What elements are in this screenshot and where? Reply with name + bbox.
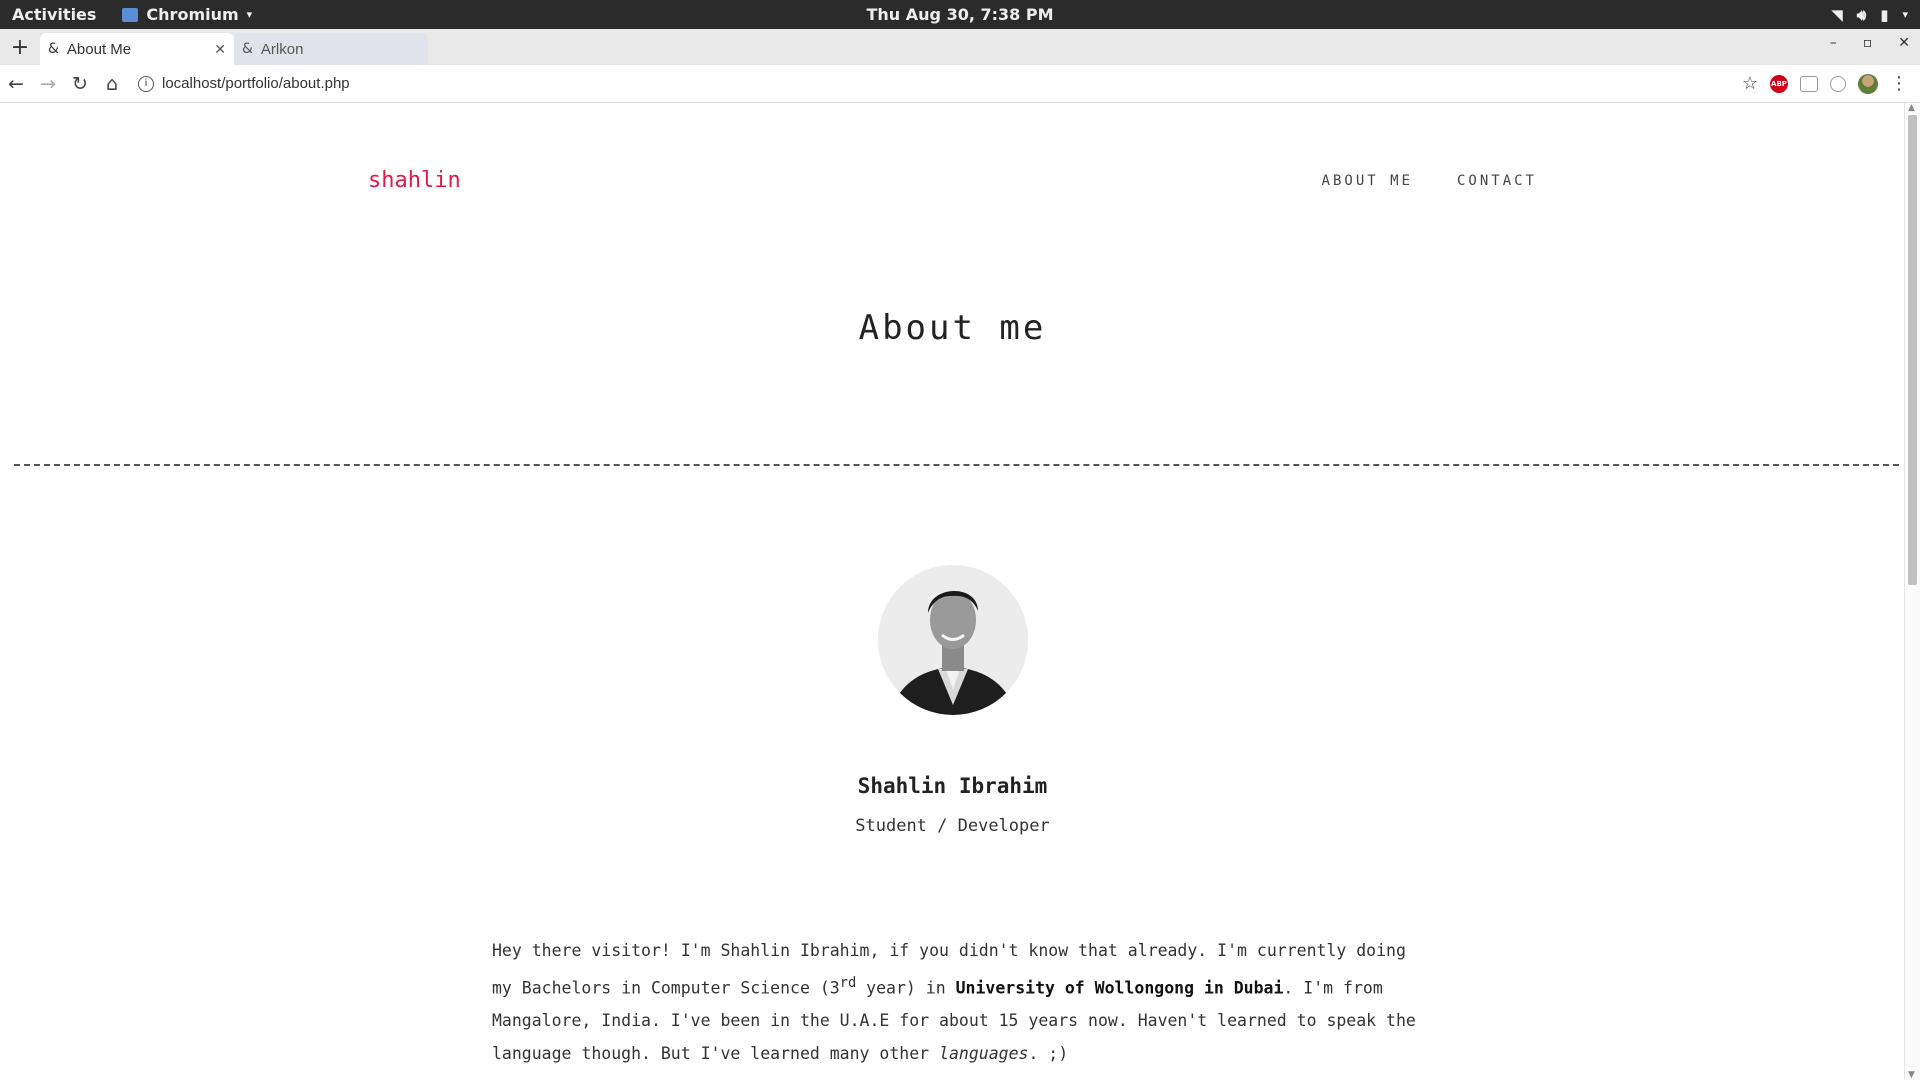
tab-about-me[interactable]: & About Me ✕ — [40, 33, 234, 65]
extension-icon[interactable] — [1830, 75, 1846, 92]
site-header: shahlin ABOUT ME CONTACT — [368, 168, 1537, 193]
bookmark-star-icon[interactable]: ☆ — [1742, 73, 1758, 94]
new-tab-button[interactable]: + — [0, 29, 40, 65]
page-viewport: shahlin ABOUT ME CONTACT About me Shahli… — [0, 103, 1920, 1080]
battery-icon: ▮ — [1880, 5, 1889, 24]
bio-italic: languages — [939, 1044, 1029, 1063]
site-nav: ABOUT ME CONTACT — [1322, 173, 1537, 189]
bio-university: University of Wollongong in Dubai — [955, 978, 1284, 997]
caret-down-icon: ▾ — [246, 8, 253, 21]
tab-title: Arlkon — [260, 40, 304, 58]
activities-button[interactable]: Activities — [0, 5, 108, 24]
page-favicon-icon: & — [48, 41, 59, 57]
profile-name: Shahlin Ibrahim — [857, 774, 1048, 798]
back-icon[interactable]: ← — [0, 73, 32, 95]
clock[interactable]: Thu Aug 30, 7:38 PM — [867, 5, 1054, 24]
bio-text: year) in — [856, 978, 956, 997]
adblock-icon[interactable]: ABP — [1770, 74, 1788, 93]
chromium-icon — [122, 7, 139, 22]
nav-about-me[interactable]: ABOUT ME — [1322, 173, 1413, 189]
page-scrollbar[interactable]: ▲ ▼ — [1904, 103, 1920, 1080]
profile-photo — [878, 565, 1028, 715]
scroll-up-icon[interactable]: ▲ — [1908, 103, 1915, 113]
tab-strip: + & About Me ✕ & Arlkon – ▫ ✕ — [0, 29, 1920, 65]
app-name: Chromium — [146, 5, 239, 24]
minimize-icon[interactable]: – — [1830, 35, 1837, 51]
dashed-divider — [14, 464, 1899, 466]
forward-icon[interactable]: → — [32, 73, 64, 95]
close-tab-icon[interactable]: ✕ — [214, 41, 226, 58]
maximize-icon[interactable]: ▫ — [1863, 35, 1873, 51]
volume-icon: 🔊︎ — [1856, 5, 1867, 24]
page-title: About me — [858, 308, 1047, 348]
system-top-bar: Activities Chromium ▾ Thu Aug 30, 7:38 P… — [0, 0, 1920, 29]
browser-toolbar: ← → ↻ ⌂ i localhost/portfolio/about.php … — [0, 65, 1920, 103]
bio-paragraph: Hey there visitor! I'm Shahlin Ibrahim, … — [492, 934, 1432, 1071]
bio-text: . ;) — [1028, 1044, 1069, 1063]
close-window-icon[interactable]: ✕ — [1898, 35, 1910, 51]
profile-role: Student / Developer — [855, 816, 1050, 836]
bio-superscript: rd — [839, 974, 857, 991]
wifi-icon: ◥ — [1831, 5, 1843, 24]
site-info-icon[interactable]: i — [138, 75, 154, 92]
caret-down-icon: ▾ — [1902, 8, 1908, 21]
extensions-area: ☆ ABP ⋮ — [1742, 73, 1920, 94]
tab-title: About Me — [66, 40, 132, 58]
home-icon[interactable]: ⌂ — [96, 73, 128, 95]
app-menu[interactable]: Chromium ▾ — [122, 5, 252, 24]
system-tray[interactable]: ◥ 🔊︎ ▮ ▾ — [1831, 6, 1920, 24]
profile-avatar[interactable] — [1858, 73, 1878, 94]
reload-icon[interactable]: ↻ — [64, 73, 96, 95]
scrollbar-thumb[interactable] — [1908, 115, 1917, 585]
address-bar[interactable]: i localhost/portfolio/about.php — [138, 75, 1742, 92]
window-controls: – ▫ ✕ — [1830, 35, 1910, 51]
nav-contact[interactable]: CONTACT — [1457, 173, 1537, 189]
scroll-down-icon[interactable]: ▼ — [1908, 1070, 1915, 1080]
page-favicon-icon: & — [242, 41, 253, 57]
url-text[interactable]: localhost/portfolio/about.php — [162, 75, 350, 92]
extension-icon[interactable] — [1800, 75, 1818, 92]
menu-icon[interactable]: ⋮ — [1890, 73, 1908, 94]
site-logo[interactable]: shahlin — [368, 168, 461, 193]
tab-arlkon[interactable]: & Arlkon — [234, 33, 428, 65]
